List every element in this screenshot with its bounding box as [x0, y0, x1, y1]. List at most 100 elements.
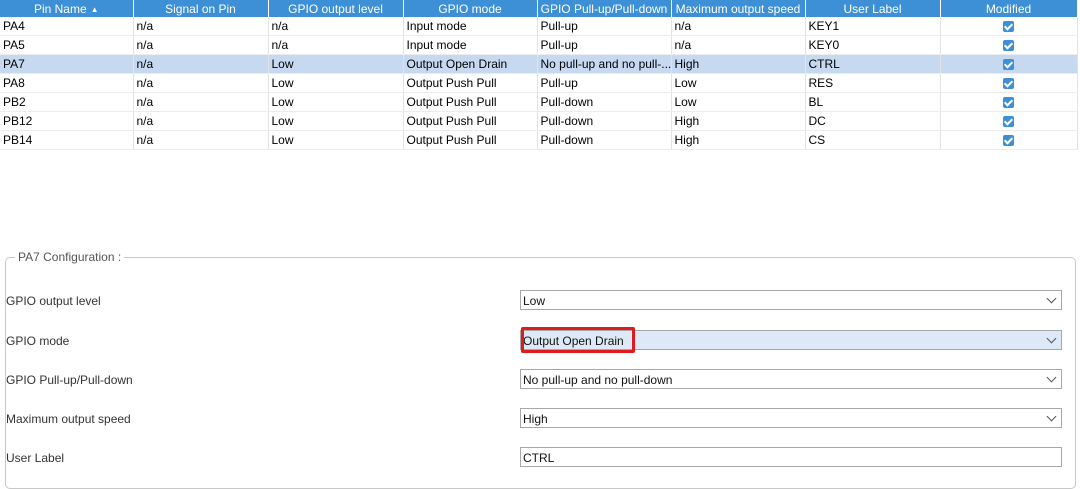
cell-gpio-mode: Input mode: [403, 35, 538, 55]
checkbox-checked-icon[interactable]: [1003, 78, 1014, 90]
gpio-output-level-select[interactable]: Low: [520, 290, 1062, 310]
cell-gpio-mode: Output Push Pull: [403, 92, 538, 112]
cell-speed: High: [671, 111, 806, 131]
column-header-modified[interactable]: Modified: [940, 0, 1078, 17]
cell-signal: n/a: [133, 92, 269, 112]
table-row[interactable]: PA7 n/a Low Output Open Drain No pull-up and…: [0, 54, 1078, 74]
cell-output-level: n/a: [268, 17, 404, 36]
label-user-label: User Label: [6, 451, 65, 465]
gpio-pull-value: No pull-up and no pull-down: [523, 373, 673, 387]
label-max-output-speed: Maximum output speed: [6, 412, 131, 426]
cell-speed: Low: [671, 73, 806, 93]
column-header-speed[interactable]: Maximum output speed: [671, 0, 806, 17]
max-output-speed-select[interactable]: High: [520, 408, 1062, 428]
cell-pin-name: PB2: [0, 92, 134, 112]
checkbox-checked-icon[interactable]: [1003, 116, 1014, 128]
cell-pin-name: PA8: [0, 73, 134, 93]
cell-speed: n/a: [671, 35, 806, 55]
table-row[interactable]: PB2 n/a Low Output Push Pull Pull-down Low BL: [0, 92, 1078, 112]
highlight-annotation-box: [521, 327, 635, 353]
table-row[interactable]: PA8 n/a Low Output Push Pull Pull-up Low RES: [0, 73, 1078, 93]
cell-signal: n/a: [133, 54, 269, 74]
label-gpio-mode: GPIO mode: [6, 334, 70, 348]
cell-output-level: Low: [268, 130, 404, 150]
cell-signal: n/a: [133, 17, 269, 36]
cell-pin-name: PA7: [0, 54, 134, 74]
cell-pull: No pull-up and no pull-...: [537, 54, 672, 74]
table-row[interactable]: PA4 n/a n/a Input mode Pull-up n/a KEY1: [0, 17, 1078, 36]
cell-output-level: n/a: [268, 35, 404, 55]
cell-modified: [940, 130, 1078, 150]
cell-pin-name: PB14: [0, 130, 134, 150]
cell-output-level: Low: [268, 92, 404, 112]
cell-gpio-mode: Input mode: [403, 17, 538, 36]
checkbox-checked-icon[interactable]: [1003, 59, 1014, 71]
cell-speed: n/a: [671, 17, 806, 36]
cell-speed: High: [671, 54, 806, 74]
cell-modified: [940, 35, 1078, 55]
cell-user-label: RES: [805, 73, 941, 93]
chevron-down-icon: [1046, 411, 1057, 422]
column-header-user-label[interactable]: User Label: [805, 0, 941, 17]
label-gpio-output-level: GPIO output level: [6, 294, 101, 308]
cell-modified: [940, 92, 1078, 112]
table-header-row: Pin Name ▲ Signal on Pin GPIO output leve…: [0, 0, 1078, 17]
user-label-value: CTRL: [523, 451, 555, 465]
label-gpio-pull: GPIO Pull-up/Pull-down: [6, 373, 133, 387]
cell-pull: Pull-up: [537, 35, 672, 55]
checkbox-checked-icon[interactable]: [1003, 21, 1014, 33]
cell-modified: [940, 111, 1078, 131]
cell-modified: [940, 73, 1078, 93]
cell-pull: Pull-down: [537, 111, 672, 131]
sort-ascending-icon: ▲: [90, 4, 99, 14]
cell-pin-name: PA4: [0, 17, 134, 36]
cell-user-label: BL: [805, 92, 941, 112]
gpio-pull-select[interactable]: No pull-up and no pull-down: [520, 369, 1062, 389]
column-header-pull[interactable]: GPIO Pull-up/Pull-down: [537, 0, 672, 17]
cell-modified: [940, 17, 1078, 36]
gpio-output-level-value: Low: [523, 294, 546, 308]
checkbox-checked-icon[interactable]: [1003, 135, 1014, 147]
pin-configuration-table: Pin Name ▲ Signal on Pin GPIO output leve…: [0, 0, 1078, 150]
table-row[interactable]: PA5 n/a n/a Input mode Pull-up n/a KEY0: [0, 35, 1078, 55]
cell-speed: High: [671, 130, 806, 150]
cell-output-level: Low: [268, 73, 404, 93]
cell-signal: n/a: [133, 130, 269, 150]
column-header-gpio-mode[interactable]: GPIO mode: [403, 0, 538, 17]
cell-pull: Pull-down: [537, 130, 672, 150]
checkbox-checked-icon[interactable]: [1003, 97, 1014, 109]
config-title: PA7 Configuration :: [15, 250, 125, 264]
cell-signal: n/a: [133, 111, 269, 131]
cell-pin-name: PA5: [0, 35, 134, 55]
table-row[interactable]: PB14 n/a Low Output Push Pull Pull-down High C…: [0, 130, 1078, 150]
column-header-output-level[interactable]: GPIO output level: [268, 0, 404, 17]
cell-gpio-mode: Output Push Pull: [403, 73, 538, 93]
checkbox-checked-icon[interactable]: [1003, 40, 1014, 52]
column-header-pin-name[interactable]: Pin Name ▲: [0, 0, 134, 17]
cell-pull: Pull-up: [537, 73, 672, 93]
max-output-speed-value: High: [523, 412, 548, 426]
user-label-input[interactable]: CTRL: [520, 447, 1062, 467]
cell-user-label: CS: [805, 130, 941, 150]
cell-modified: [940, 54, 1078, 74]
chevron-down-icon: [1046, 293, 1057, 304]
cell-output-level: Low: [268, 54, 404, 74]
cell-gpio-mode: Output Push Pull: [403, 130, 538, 150]
cell-user-label: DC: [805, 111, 941, 131]
cell-pull: Pull-down: [537, 92, 672, 112]
cell-signal: n/a: [133, 35, 269, 55]
chevron-down-icon: [1046, 372, 1057, 383]
cell-speed: Low: [671, 92, 806, 112]
cell-output-level: Low: [268, 111, 404, 131]
cell-gpio-mode: Output Open Drain: [403, 54, 538, 74]
cell-user-label: KEY0: [805, 35, 941, 55]
cell-pull: Pull-up: [537, 17, 672, 36]
cell-gpio-mode: Output Push Pull: [403, 111, 538, 131]
cell-user-label: CTRL: [805, 54, 941, 74]
chevron-down-icon: [1046, 333, 1057, 344]
cell-pin-name: PB12: [0, 111, 134, 131]
cell-user-label: KEY1: [805, 17, 941, 36]
table-row[interactable]: PB12 n/a Low Output Push Pull Pull-down High D…: [0, 111, 1078, 131]
cell-signal: n/a: [133, 73, 269, 93]
column-header-signal[interactable]: Signal on Pin: [133, 0, 269, 17]
